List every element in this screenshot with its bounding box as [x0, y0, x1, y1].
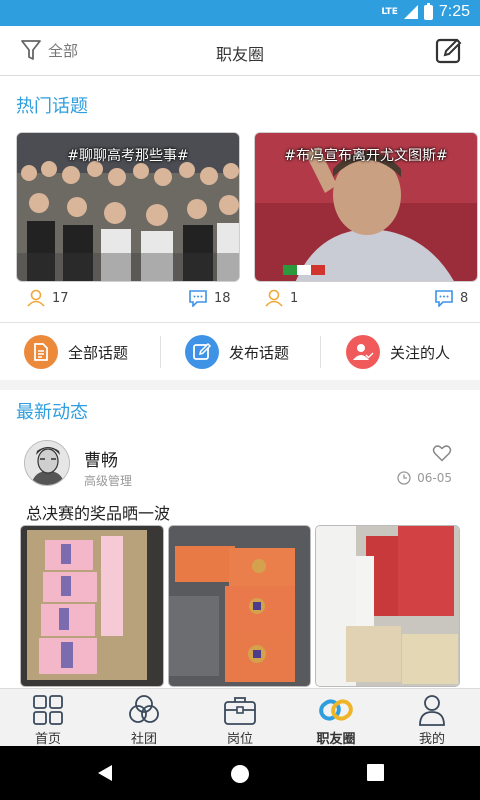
user-icon: [265, 289, 283, 307]
profile-icon: [419, 695, 445, 726]
nav-profile[interactable]: 我的: [384, 693, 480, 747]
action-label: 关注的人: [390, 343, 451, 362]
battery-icon: [423, 2, 433, 20]
comment-count: 8: [460, 290, 469, 306]
signal-icon: [403, 5, 418, 19]
home-grid-icon: [33, 695, 63, 725]
club-icon: [129, 695, 159, 723]
avatar-image: [25, 441, 69, 485]
followed-people-button[interactable]: 关注的人: [346, 335, 450, 369]
page-title: 职友圈: [215, 45, 264, 64]
comment-count: 18: [214, 290, 231, 306]
nav-label: 我的: [418, 732, 445, 747]
divider: [0, 322, 480, 323]
topic-title: #布冯宣布离开尤文图斯#: [284, 148, 448, 164]
status-bar: LTE 7:25: [0, 0, 480, 26]
recents-icon[interactable]: [367, 764, 384, 781]
action-label: 发布话题: [229, 343, 290, 362]
topic-comments: 8: [434, 289, 468, 307]
post-text: 总决赛的奖品晒一波: [26, 504, 171, 523]
post-date-text: 06-05: [417, 471, 452, 485]
post-date: 06-05: [397, 471, 452, 485]
back-icon[interactable]: [96, 764, 114, 782]
prize-photo-3: [316, 526, 459, 686]
prize-photo-2: [169, 526, 310, 686]
comment-icon: [435, 290, 453, 307]
topic-card-buffon[interactable]: #布冯宣布离开尤文图斯#: [254, 132, 478, 282]
separator: [320, 336, 321, 368]
home-icon[interactable]: [230, 764, 250, 784]
heart-icon[interactable]: [432, 444, 452, 462]
nav-home[interactable]: 首页: [0, 693, 96, 747]
latest-title: 最新动态: [16, 402, 88, 423]
action-label: 全部话题: [68, 343, 129, 362]
all-topics-button[interactable]: 全部话题: [24, 335, 128, 369]
topic-participants: 1: [264, 289, 298, 307]
topic-comments: 18: [188, 289, 231, 307]
post-photo[interactable]: [20, 525, 164, 687]
clock-icon: [397, 471, 411, 485]
hot-topics-title: 热门话题: [16, 96, 88, 117]
post-photo[interactable]: [315, 525, 460, 687]
nav-label: 职友圈: [316, 732, 356, 747]
user-icon: [27, 289, 45, 307]
participant-count: 1: [290, 290, 299, 306]
topic-title: #聊聊高考那些事#: [67, 148, 189, 164]
nav-club[interactable]: 社团: [96, 693, 192, 747]
avatar[interactable]: [24, 440, 70, 486]
app-header: 全部 职友圈: [0, 26, 480, 76]
prize-photo-1: [21, 526, 163, 686]
nav-label: 社团: [130, 732, 157, 747]
status-icons: LTE 7:25: [381, 2, 470, 21]
system-navigation-bar: [0, 746, 480, 800]
follow-user-icon: [346, 335, 380, 369]
clock-time: 7:25: [438, 3, 470, 20]
section-divider: [0, 380, 480, 390]
participant-count: 17: [52, 290, 69, 306]
nav-friend-circle[interactable]: 职友圈: [288, 693, 384, 747]
nav-label: 岗位: [226, 732, 253, 747]
topic-card-gaokao[interactable]: #聊聊高考那些事#: [16, 132, 240, 282]
compose-icon[interactable]: [434, 36, 464, 66]
network-type: LTE: [381, 6, 398, 17]
document-icon: [24, 335, 58, 369]
post-photo[interactable]: [168, 525, 311, 687]
bottom-navigation: 首页 社团 岗位 职友圈 我的: [0, 688, 480, 747]
friend-circle-icon: [319, 699, 353, 721]
nav-label: 首页: [34, 732, 61, 747]
edit-icon: [185, 335, 219, 369]
nav-jobs[interactable]: 岗位: [192, 693, 288, 747]
publish-topic-button[interactable]: 发布话题: [185, 335, 289, 369]
post-author-role: 高级管理: [84, 474, 133, 488]
separator: [160, 336, 161, 368]
topic-participants: 17: [26, 289, 69, 307]
comment-icon: [189, 290, 207, 307]
post-author[interactable]: 曹畅: [84, 446, 118, 471]
briefcase-icon: [224, 697, 256, 725]
